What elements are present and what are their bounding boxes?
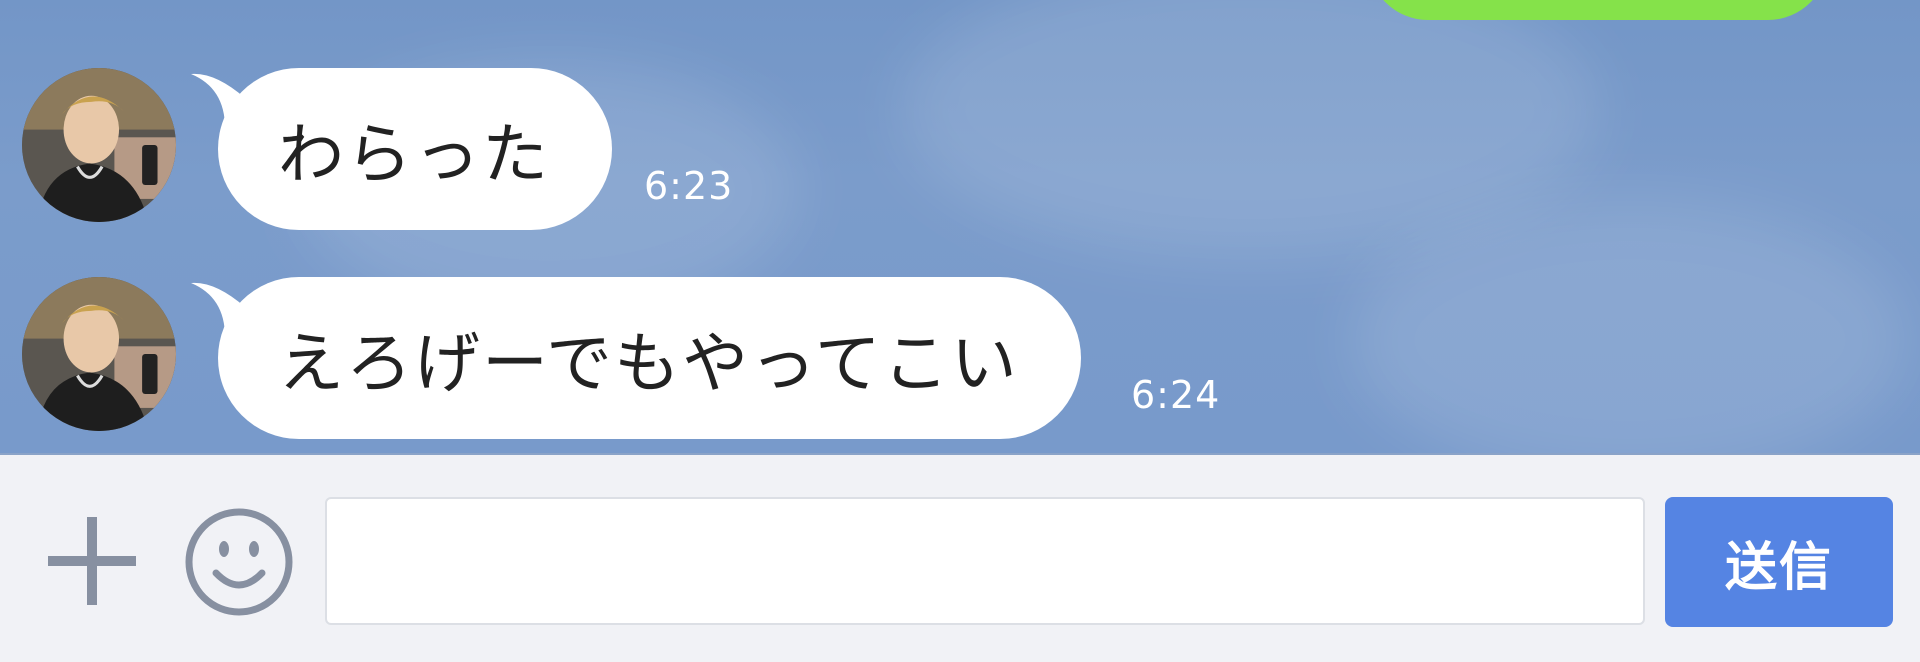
message-text: えろげーでもやってこい [278, 325, 1019, 402]
message-text: わらった [278, 116, 550, 193]
message-timestamp: 6:24 [1131, 373, 1221, 417]
avatar[interactable] [22, 277, 176, 431]
add-button[interactable] [44, 513, 140, 609]
plus-icon [48, 517, 136, 605]
message-input-bar: 送信 [0, 453, 1920, 662]
message-input[interactable] [325, 497, 1645, 625]
message-row: えろげーでもやってこい 6:24 [0, 277, 1920, 447]
emoji-button[interactable] [184, 507, 294, 617]
message-timestamp: 6:23 [644, 164, 734, 208]
message-row: わらった 6:23 [0, 68, 1920, 238]
message-bubble[interactable]: えろげーでもやってこい [218, 277, 1081, 439]
message-bubble[interactable]: わらった [218, 68, 612, 230]
avatar-image [22, 277, 176, 431]
chat-area: わらった 6:23 えろげーでもやってこい 6:24 [0, 0, 1920, 453]
avatar[interactable] [22, 68, 176, 222]
avatar-image [22, 68, 176, 222]
smiley-icon [185, 508, 293, 616]
sent-message-bubble[interactable] [1368, 0, 1828, 20]
send-button[interactable]: 送信 [1665, 497, 1893, 627]
